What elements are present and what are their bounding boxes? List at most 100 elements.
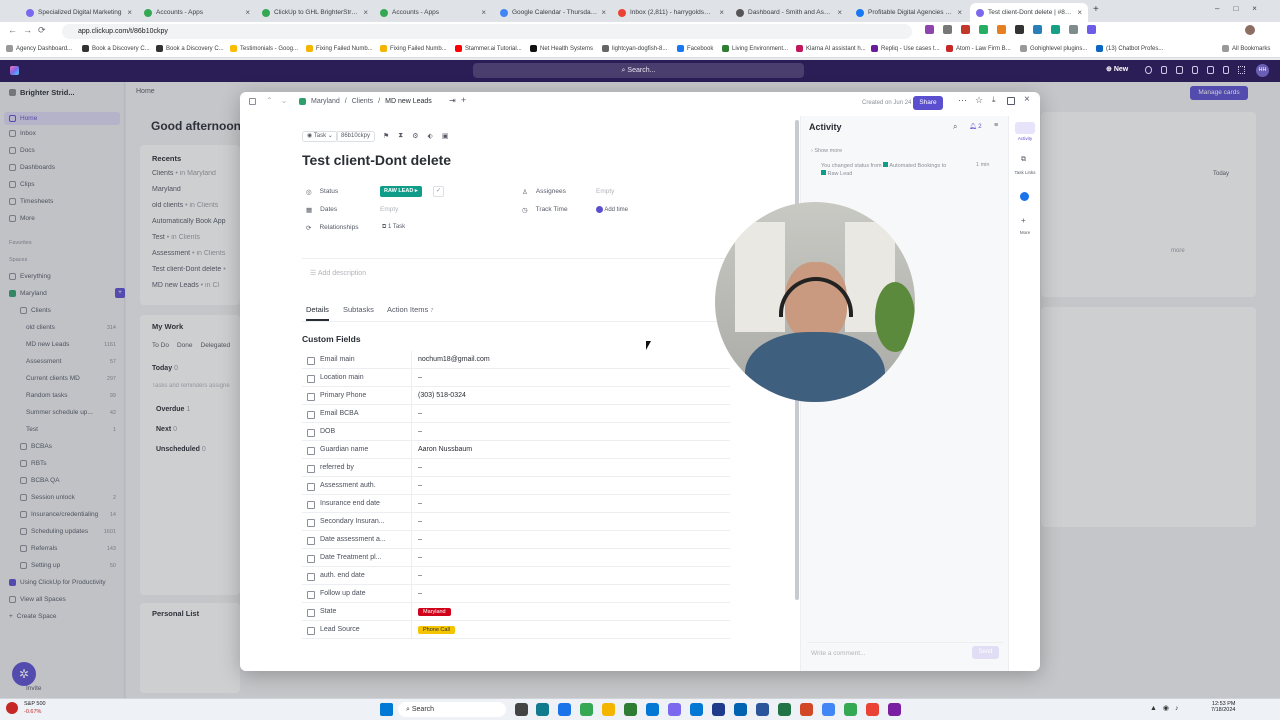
bookmark-item[interactable]: Net Health Systems bbox=[530, 45, 593, 52]
bookmark-item[interactable]: (13) Chatbot Profes... bbox=[1096, 45, 1163, 52]
field-value[interactable]: – bbox=[412, 572, 422, 579]
bookmark-item[interactable]: Fixing Failed Numb... bbox=[306, 45, 373, 52]
custom-field-row[interactable]: Email BCBA – bbox=[302, 404, 730, 423]
lead-source-badge[interactable]: Phone Call bbox=[418, 625, 455, 634]
breadcrumb-item[interactable]: Maryland bbox=[311, 98, 340, 105]
settings-icon[interactable]: ⚙ bbox=[412, 132, 418, 140]
field-value[interactable]: Aaron Nussbaum bbox=[412, 446, 472, 453]
doc-icon[interactable] bbox=[1222, 66, 1230, 74]
close-icon[interactable]: × bbox=[1024, 94, 1030, 105]
clock[interactable]: 12:53 PM 7/18/2024 bbox=[1211, 701, 1235, 713]
custom-field-row[interactable]: auth. end date – bbox=[302, 566, 730, 585]
extension-icon[interactable] bbox=[961, 25, 970, 34]
send-button[interactable]: Send bbox=[972, 646, 999, 659]
add-icon[interactable]: + bbox=[461, 95, 466, 105]
chrome-icon[interactable] bbox=[580, 703, 593, 716]
close-icon[interactable]: × bbox=[837, 8, 842, 17]
custom-field-row[interactable]: Date Treatment pl... – bbox=[302, 548, 730, 567]
relationships-value[interactable]: ⧉ 1 Task bbox=[382, 224, 405, 231]
app-icon[interactable] bbox=[558, 703, 571, 716]
extension-icon[interactable] bbox=[1087, 25, 1096, 34]
task-links-icon[interactable]: ⧉ bbox=[1021, 156, 1026, 164]
app-icon[interactable] bbox=[734, 703, 747, 716]
stock-name[interactable]: S&P 500 bbox=[24, 701, 46, 707]
bookmark-item[interactable]: Klarna AI assistant h... bbox=[796, 45, 866, 52]
window-controls[interactable]: –□× bbox=[1215, 4, 1271, 13]
custom-field-row[interactable]: Email main nochum18@gmail.com bbox=[302, 350, 730, 369]
bookmark-item[interactable]: Testimonials - Goog... bbox=[230, 45, 298, 52]
powerpoint-icon[interactable] bbox=[800, 703, 813, 716]
field-value[interactable]: – bbox=[412, 410, 422, 417]
bookmark-item[interactable]: Stammer.ai Tutorial... bbox=[455, 45, 522, 52]
task-id-badge[interactable]: 86b10ckpy bbox=[336, 131, 376, 142]
share-button[interactable]: Share bbox=[913, 96, 943, 110]
breadcrumb-item[interactable]: Clients bbox=[352, 98, 373, 105]
search-input[interactable]: ⌕ Search... bbox=[473, 63, 804, 78]
field-value[interactable]: – bbox=[412, 590, 422, 597]
word-icon[interactable] bbox=[756, 703, 769, 716]
excel-icon[interactable] bbox=[778, 703, 791, 716]
task-type-selector[interactable]: ◉ Task ⌄ bbox=[302, 131, 338, 142]
state-badge[interactable]: Maryland bbox=[418, 607, 451, 616]
close-icon[interactable]: × bbox=[481, 8, 486, 17]
field-value[interactable]: – bbox=[412, 518, 422, 525]
add-time-button[interactable]: Add time bbox=[596, 206, 628, 213]
notepad-icon[interactable] bbox=[1207, 66, 1214, 74]
close-icon[interactable]: × bbox=[127, 8, 132, 17]
more-options-icon[interactable]: ⋯ bbox=[958, 95, 967, 106]
close-icon[interactable]: × bbox=[719, 8, 724, 17]
hourglass-icon[interactable]: ⧗ bbox=[398, 132, 403, 140]
task-view-icon[interactable] bbox=[515, 703, 528, 716]
file-explorer-icon[interactable] bbox=[602, 703, 615, 716]
extension-icon[interactable] bbox=[1033, 25, 1042, 34]
bookmark-item[interactable]: Facebook bbox=[677, 45, 713, 52]
all-bookmarks[interactable]: All Bookmarks bbox=[1222, 45, 1270, 52]
extension-icon[interactable] bbox=[1015, 25, 1024, 34]
field-value[interactable]: nochum18@gmail.com bbox=[412, 356, 490, 363]
check-icon[interactable]: ✓ bbox=[433, 186, 444, 197]
browser-tab-active[interactable]: Test client-Dont delete | #86b1 × bbox=[970, 3, 1088, 22]
tab-subtasks[interactable]: Subtasks bbox=[343, 305, 374, 314]
filter-icon[interactable]: ≡ bbox=[994, 122, 998, 129]
app-icon[interactable] bbox=[822, 703, 835, 716]
user-avatar[interactable]: HH bbox=[1256, 64, 1269, 77]
add-icon[interactable]: + bbox=[1021, 216, 1026, 225]
bookmark-item[interactable]: Atom - Law Firm B... bbox=[946, 45, 1011, 52]
status-badge[interactable]: RAW LEAD ▸ bbox=[380, 186, 422, 197]
windows-start-icon[interactable] bbox=[380, 703, 393, 716]
sidebar-toggle-icon[interactable] bbox=[249, 98, 256, 105]
activity-rail-icon[interactable] bbox=[1015, 122, 1035, 134]
field-value[interactable]: – bbox=[412, 374, 422, 381]
browser-tab[interactable]: Google Calendar - Thursday, Ju × bbox=[494, 3, 612, 22]
extension-icon[interactable] bbox=[943, 25, 952, 34]
clip-icon[interactable] bbox=[1191, 66, 1199, 74]
field-value[interactable]: – bbox=[412, 482, 422, 489]
browser-tab[interactable]: Accounts - Apps × bbox=[374, 3, 492, 22]
custom-field-row[interactable]: Lead Source Phone Call bbox=[302, 620, 730, 639]
extension-icon[interactable] bbox=[1069, 25, 1078, 34]
custom-field-row[interactable]: State Maryland bbox=[302, 602, 730, 621]
browser-tab[interactable]: Accounts - Apps × bbox=[138, 3, 256, 22]
browser-tab[interactable]: Inbox (2,811) - harrygoldsmith × bbox=[612, 3, 730, 22]
move-icon[interactable]: ⇥ bbox=[449, 96, 456, 105]
app-icon[interactable] bbox=[712, 703, 725, 716]
checkmark-icon[interactable] bbox=[1145, 66, 1152, 74]
custom-field-row[interactable]: Guardian name Aaron Nussbaum bbox=[302, 440, 730, 459]
bookmark-item[interactable]: Living Environment... bbox=[722, 45, 788, 52]
bookmark-item[interactable]: Gohighlevel plugins... bbox=[1020, 45, 1087, 52]
app-icon[interactable] bbox=[866, 703, 879, 716]
expand-icon[interactable] bbox=[1007, 97, 1015, 105]
field-value[interactable]: – bbox=[412, 464, 422, 471]
browser-tab[interactable]: Dashboard - Smith and Associa × bbox=[730, 3, 848, 22]
assignees-value[interactable]: Empty bbox=[596, 188, 614, 195]
bookmark-item[interactable]: Agency Dashboard... bbox=[6, 45, 72, 52]
custom-field-row[interactable]: Location main – bbox=[302, 368, 730, 387]
close-icon[interactable]: × bbox=[245, 8, 250, 17]
minimize-icon[interactable]: ⤓ bbox=[992, 95, 996, 105]
stock-widget-icon[interactable] bbox=[6, 702, 18, 714]
video-icon[interactable] bbox=[1176, 66, 1183, 74]
task-title[interactable]: Test client-Dont delete bbox=[302, 152, 451, 168]
nav-arrows-icon[interactable]: ←→⟳ bbox=[8, 25, 52, 36]
new-button[interactable]: ⊕ New bbox=[1106, 65, 1128, 73]
browser-tab[interactable]: ClickUp to GHL BrighterStrides × bbox=[256, 3, 374, 22]
